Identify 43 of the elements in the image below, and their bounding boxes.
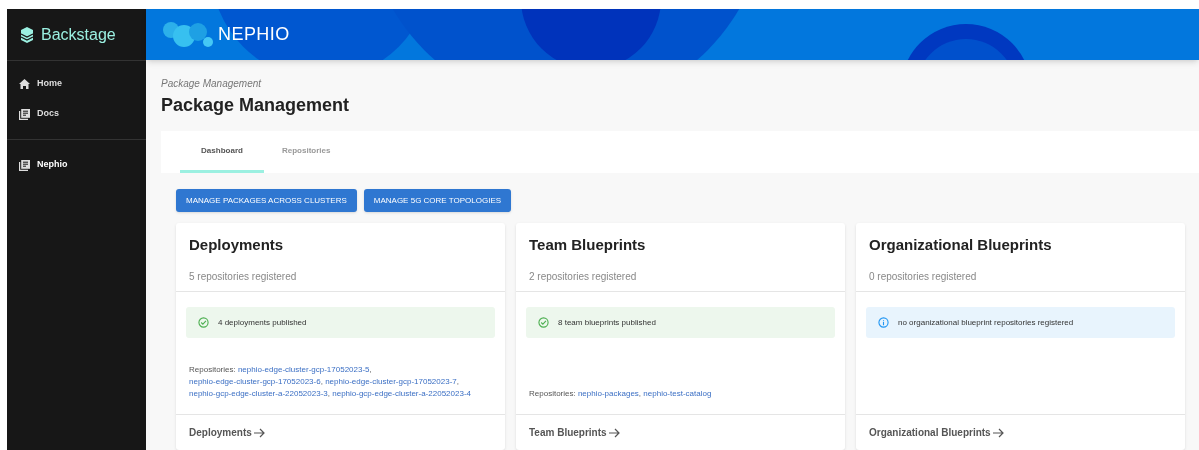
check-circle-icon — [538, 317, 549, 328]
tab[interactable]: Repositories — [264, 131, 349, 173]
nav-item[interactable]: Home — [7, 69, 146, 99]
arrow-right-icon — [253, 427, 265, 438]
page-title: Package Management — [161, 94, 350, 117]
check-circle-icon — [198, 317, 209, 328]
info-icon — [878, 317, 889, 328]
logo-icon — [19, 25, 35, 44]
nav-item[interactable]: Nephio — [7, 150, 146, 180]
repository-link[interactable]: nephio-edge-cluster-gcp-17052023-6 — [189, 377, 321, 386]
footer-link[interactable]: Team Blueprints — [529, 425, 620, 440]
alert-text: 4 deployments published — [218, 316, 307, 329]
arrow-right-icon — [992, 427, 1004, 438]
repository-link[interactable]: nephio-gcp-edge-cluster-a-22052023-4 — [332, 389, 471, 398]
card-title: Organizational Blueprints — [869, 235, 1052, 255]
nav-item[interactable]: Docs — [7, 99, 146, 129]
repositories-text: Repositories: nephio-edge-cluster-gcp-17052023-5, nephio-edge-cluster-gcp-17052023-6, nephio-edge-cluster-gcp-17052023-7, nephio-gcp-edge-cluster-a-22052023-3, nephio-gcp-edge-cluster-a-22052023-4 — [188, 364, 472, 400]
home-icon — [19, 79, 30, 89]
action-button[interactable]: MANAGE PACKAGES ACROSS CLUSTERS — [176, 189, 357, 212]
repository-link[interactable]: nephio-test-catalog — [643, 389, 712, 398]
card-subtitle: 0 repositories registered — [869, 269, 977, 284]
card-subtitle: 2 repositories registered — [529, 269, 637, 284]
alert-text: 8 team blueprints published — [558, 316, 656, 329]
logo-icon — [162, 19, 214, 50]
card-subtitle: 5 repositories registered — [189, 269, 297, 284]
repository-link[interactable]: nephio-edge-cluster-gcp-17052023-7 — [325, 377, 457, 386]
card-title: Deployments — [189, 235, 284, 255]
tab[interactable]: Dashboard — [180, 131, 264, 173]
library-icon — [19, 108, 30, 120]
repository-link[interactable]: nephio-gcp-edge-cluster-a-22052023-3 — [189, 389, 328, 398]
repositories-text: Repositories: nephio-packages, nephio-test-catalog — [528, 388, 713, 400]
card-title: Team Blueprints — [529, 235, 646, 255]
repository-link[interactable]: nephio-packages — [577, 389, 639, 398]
footer-link[interactable]: Organizational Blueprints — [869, 425, 1004, 440]
brand-name: Backstage — [41, 24, 116, 45]
repository-link[interactable]: nephio-edge-cluster-gcp-17052023-5 — [237, 365, 370, 374]
arrow-right-icon — [608, 427, 620, 438]
footer-link[interactable]: Deployments — [189, 425, 265, 440]
library-icon — [19, 159, 30, 171]
logo-text: NEPHIO — [218, 23, 290, 46]
alert-text: no organizational blueprint repositories registered — [898, 316, 1074, 329]
breadcrumb: Package Management — [161, 77, 262, 91]
action-button[interactable]: MANAGE 5G CORE TOPOLOGIES — [363, 189, 512, 212]
